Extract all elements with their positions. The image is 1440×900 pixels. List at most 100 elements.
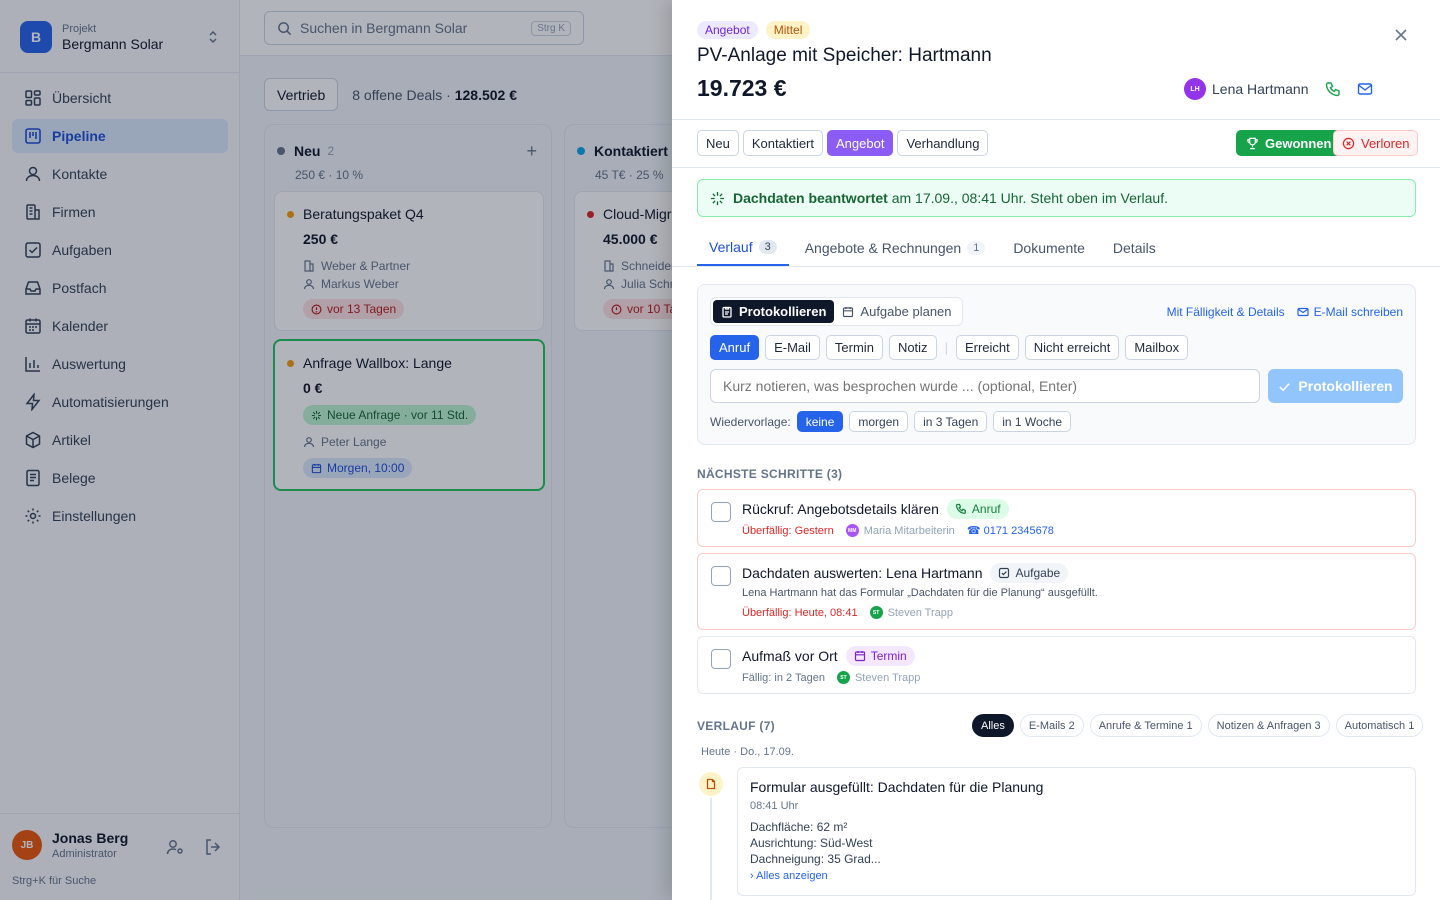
clipboard-icon [722,306,732,318]
step-assignee: Steven Trapp [887,606,954,619]
email-link[interactable]: E-Mail schreiben [1297,305,1403,319]
activity-type-chips: Anruf E-Mail Termin Notiz | Erreicht Nic… [710,335,1189,360]
mode-task-button[interactable]: Aufgabe planen [834,300,959,323]
lost-button[interactable]: Verloren [1333,130,1419,156]
deal-tabs: Verlauf 3 Angebote & Rechnungen 1 Dokument… [697,230,1172,266]
notice-title: Dachdaten beantwortet [733,190,888,206]
entry-time: 08:41 Uhr [750,800,799,812]
activity-log-box: Protokollieren Aufgabe planen Mit Fällig… [697,284,1416,445]
notice-banner: Dachdaten beantwortet am 17.09., 08:41 U… [697,179,1416,217]
stage-badge: Angebot [697,21,758,39]
note-input[interactable] [710,369,1260,403]
notice-text: am 17.09., 08:41 Uhr. Steht oben im Verl… [887,190,1168,206]
next-step-item: Rückruf: Angebotsdetails klären Anruf Übe… [697,489,1416,547]
entry-title: Formular ausgefüllt: Dachdaten für die P… [750,779,1044,795]
type-chip-notiz[interactable]: Notiz [888,335,937,360]
entry-line: Dachneigung: 35 Grad... [750,852,881,866]
history-entry: Formular ausgefüllt: Dachdaten für die P… [737,767,1416,896]
mail-icon [1297,307,1309,317]
stage-angebot[interactable]: Angebot [827,130,894,156]
phone-icon [955,503,966,514]
tab-verlauf[interactable]: Verlauf 3 [697,230,789,266]
stage-verhandlung[interactable]: Verhandlung [897,130,989,156]
history-day-label: Heute · Do., 17.09. [701,746,794,758]
entry-line: Dachfläche: 62 m² [750,820,848,834]
sparkle-icon [710,191,725,205]
timeline-marker [699,772,723,796]
mail-icon[interactable] [1357,81,1373,97]
step-checkbox[interactable] [711,566,731,586]
chip-separator: | [944,340,948,355]
stage-selector: Neu Kontaktiert Angebot Verhandlung [697,130,989,156]
checkbox-icon [999,567,1010,579]
timeline-line [710,798,712,900]
modal-backdrop[interactable] [0,0,672,900]
calendar-icon [854,651,865,662]
step-checkbox[interactable] [711,502,731,522]
avatar: ST [836,671,850,684]
tab-dokumente[interactable]: Dokumente [1001,230,1097,266]
step-type-tag: Anruf [946,499,1009,519]
filter-chip-alles[interactable]: Alles [972,714,1014,737]
deal-amount: 19.723 € [697,75,787,101]
trophy-icon [1247,137,1258,149]
type-chip-termin[interactable]: Termin [825,335,883,360]
step-type-tag: Termin [845,646,915,666]
filter-chip-emails[interactable]: E-Mails 2 [1019,714,1084,737]
step-checkbox[interactable] [711,649,731,669]
avatar: LH [1184,78,1206,100]
filter-chip-anrufe-termine[interactable]: Anrufe & Termine 1 [1089,714,1202,737]
log-submit-button[interactable]: Protokollieren [1268,369,1403,403]
history-title: VERLAUF (7) [697,719,775,733]
next-steps-title: NÄCHSTE SCHRITTE (3) [697,467,843,481]
deal-contact[interactable]: LH Lena Hartmann [1184,78,1373,100]
stage-neu[interactable]: Neu [697,130,739,156]
tab-details[interactable]: Details [1101,230,1168,266]
avatar: MM [845,524,859,537]
step-title: Rückruf: Angebotsdetails klären [742,501,939,517]
type-chip-email[interactable]: E-Mail [765,335,820,360]
step-type-tag: Aufgabe [990,563,1069,583]
deal-detail-panel: Angebot Mittel PV-Anlage mit Speicher: H… [672,0,1440,900]
x-circle-icon [1342,137,1355,149]
avatar: ST [869,606,883,619]
check-icon [1279,382,1291,391]
reminder-chip-tomorrow[interactable]: morgen [849,411,909,432]
filter-chip-automatisch[interactable]: Automatisch 1 [1335,714,1424,737]
show-more-link[interactable]: › Alles anzeigen [750,870,828,882]
mode-log-button[interactable]: Protokollieren [713,300,835,323]
reminder-chip-none[interactable]: keine [796,411,844,432]
close-icon[interactable] [1392,26,1410,44]
reminder-label: Wiedervorlage: [710,414,791,429]
step-title: Aufmaß vor Ort [742,648,838,664]
step-due: Fällig: in 2 Tagen [742,671,825,684]
step-description: Lena Hartmann hat das Formular „Dachdate… [742,587,1098,599]
outcome-chip-mailbox[interactable]: Mailbox [1125,335,1189,360]
step-assignee: Steven Trapp [854,671,921,684]
tab-angebote-rechnungen[interactable]: Angebote & Rechnungen 1 [793,230,998,266]
outcome-chip-nicht-erreicht[interactable]: Nicht erreicht [1024,335,1120,360]
details-link[interactable]: Mit Fälligkeit & Details [1167,305,1285,319]
step-title: Dachdaten auswerten: Lena Hartmann [742,565,983,581]
stage-kontaktiert[interactable]: Kontaktiert [742,130,824,156]
step-assignee: Maria Mitarbeiterin [863,524,955,537]
outcome-chip-erreicht[interactable]: Erreicht [955,335,1019,360]
won-button[interactable]: Gewonnen [1236,130,1342,156]
contact-name: Lena Hartmann [1212,81,1309,97]
reminder-row: Wiedervorlage: keine morgen in 3 Tagen i… [710,411,1072,432]
calendar-icon [843,306,854,317]
type-chip-anruf[interactable]: Anruf [710,335,760,360]
entry-body: Dachfläche: 62 m² Ausrichtung: Süd-West … [750,819,881,867]
next-step-item: Aufmaß vor Ort Termin Fällig: in 2 Tagen S… [697,636,1416,694]
reminder-chip-1-week[interactable]: in 1 Woche [993,411,1072,432]
step-due: Überfällig: Gestern [742,524,834,537]
step-due: Überfällig: Heute, 08:41 [742,606,858,619]
form-icon [706,778,716,790]
step-phone-link[interactable]: ☎ 0171 2345678 [967,524,1054,537]
history-filters: Alles E-Mails 2 Anrufe & Termine 1 Notiz… [972,714,1424,737]
entry-line: Ausrichtung: Süd-West [750,836,873,850]
phone-icon[interactable] [1325,81,1341,97]
reminder-chip-3-days[interactable]: in 3 Tagen [914,411,988,432]
next-step-item: Dachdaten auswerten: Lena Hartmann Aufgab… [697,553,1416,630]
filter-chip-notizen-anfragen[interactable]: Notizen & Anfragen 3 [1207,714,1330,737]
